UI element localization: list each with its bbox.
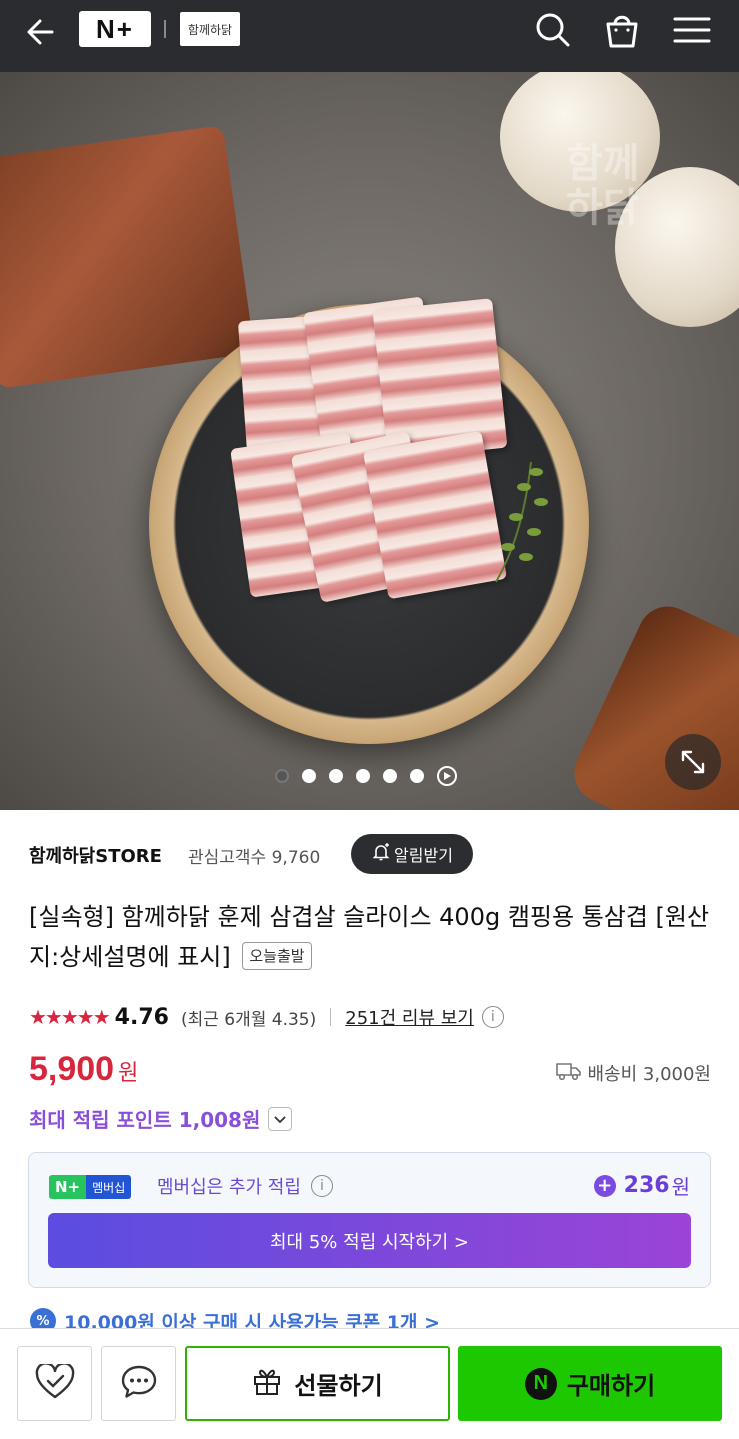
product-title: [실속형] 함께하닭 훈제 삼겹살 슬라이스 400g 캠핑용 통삼겹 [원산지… <box>29 897 719 977</box>
price-unit: 원 <box>118 1061 139 1086</box>
buy-button[interactable]: N 구매하기 <box>458 1346 722 1421</box>
chat-bubble-icon <box>120 1364 158 1404</box>
gallery-dot[interactable] <box>329 769 343 783</box>
product-image-gallery[interactable]: 함께 하닭 <box>0 72 739 810</box>
store-followers: 관심고객수 9,760 <box>188 848 321 868</box>
shipping-fee-text: 배송비 3,000원 <box>587 1064 712 1085</box>
alarm-button[interactable]: 알림받기 <box>351 834 473 874</box>
talk-button[interactable] <box>101 1346 176 1421</box>
gallery-dot[interactable] <box>356 769 370 783</box>
membership-start-button[interactable]: 최대 5% 적립 시작하기 > <box>48 1213 691 1268</box>
review-link[interactable]: 251건 리뷰 보기 <box>345 1004 474 1030</box>
gallery-dot[interactable] <box>383 769 397 783</box>
recent-rating: (최근 6개월 4.35) <box>180 1009 317 1030</box>
heart-check-icon <box>35 1361 75 1404</box>
membership-badge: N+ 멤버십 <box>49 1175 132 1199</box>
info-icon[interactable]: i <box>481 1006 504 1028</box>
membership-badge-logo: N+ <box>49 1175 87 1199</box>
store-name[interactable]: 함께하닭STORE <box>29 842 162 868</box>
gallery-pagination <box>275 766 457 786</box>
herb-image <box>486 457 556 587</box>
gallery-dot[interactable] <box>410 769 424 783</box>
max-points-text: 최대 적립 포인트 1,008원 <box>29 1108 261 1132</box>
buy-button-label: 구매하기 <box>566 1372 656 1400</box>
top-bar: N+ 함께하닭 <box>0 0 739 72</box>
membership-box: N+ 멤버십 멤버십은 추가 적립 i + 236 원 최대 5% 적립 시작하… <box>28 1152 711 1288</box>
gallery-dot-active[interactable] <box>275 769 289 783</box>
rating-score: 4.76 <box>114 1004 169 1030</box>
store-logo[interactable]: 함께하닭 <box>180 12 240 46</box>
gift-button[interactable]: 선물하기 <box>185 1346 450 1421</box>
image-watermark: 함께 하닭 <box>566 141 640 231</box>
rating-row: ★★★★★ 4.76 (최근 6개월 4.35) 251건 리뷰 보기 i <box>29 1002 504 1032</box>
shopping-bag-icon[interactable] <box>602 10 642 50</box>
max-points[interactable]: 최대 적립 포인트 1,008원 <box>29 1104 293 1133</box>
cutting-board-image <box>0 125 255 389</box>
play-video-icon[interactable] <box>437 766 457 786</box>
menu-icon[interactable] <box>672 10 712 50</box>
membership-badge-label: 멤버십 <box>86 1175 132 1199</box>
price-value: 5,900 <box>29 1050 115 1088</box>
arrow-left-icon[interactable] <box>22 12 62 52</box>
shipping-fee: 배송비 3,000원 <box>555 1060 712 1086</box>
product-title-text: [실속형] 함께하닭 훈제 삼겹살 슬라이스 400g 캠핑용 통삼겹 [원산지… <box>29 903 710 971</box>
rating-divider <box>330 1008 332 1026</box>
chevron-down-icon[interactable] <box>268 1106 293 1131</box>
plus-icon: + <box>593 1174 616 1197</box>
naver-pay-icon: N <box>524 1367 557 1400</box>
membership-text: 멤버십은 추가 적립 i <box>157 1173 333 1199</box>
naver-plus-logo[interactable]: N+ <box>79 11 151 47</box>
header-divider <box>164 20 166 38</box>
bottom-action-bar: 선물하기 N 구매하기 <box>0 1328 739 1439</box>
wishlist-button[interactable] <box>17 1346 92 1421</box>
gift-button-label: 선물하기 <box>294 1372 383 1400</box>
same-day-shipping-badge: 오늘출발 <box>242 942 312 970</box>
expand-icon[interactable] <box>665 734 721 790</box>
price: 5,900 원 <box>29 1050 138 1089</box>
info-icon[interactable]: i <box>310 1175 333 1197</box>
membership-points-unit: 원 <box>671 1175 690 1199</box>
alarm-button-label: 알림받기 <box>394 846 453 865</box>
membership-text-label: 멤버십은 추가 적립 <box>157 1177 301 1198</box>
search-icon[interactable] <box>532 10 572 50</box>
membership-extra-points: + 236 원 <box>593 1171 690 1200</box>
membership-points-value: 236 <box>623 1173 670 1198</box>
gift-icon <box>252 1366 282 1402</box>
gallery-dot[interactable] <box>302 769 316 783</box>
bell-plus-icon <box>371 842 391 866</box>
star-rating-icon: ★★★★★ <box>29 1005 111 1029</box>
truck-icon <box>555 1061 582 1086</box>
